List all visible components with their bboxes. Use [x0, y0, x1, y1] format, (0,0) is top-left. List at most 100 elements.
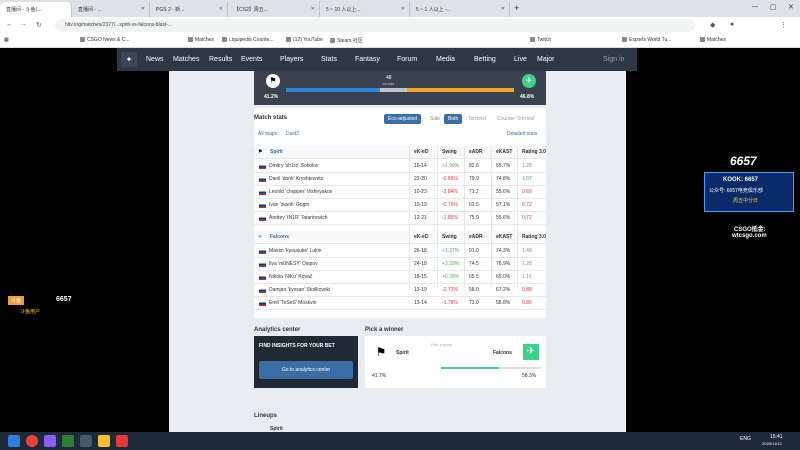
minimize-icon[interactable]: — — [752, 4, 758, 10]
reload-icon[interactable]: ↻ — [36, 21, 42, 29]
team-name[interactable]: Falcons — [270, 234, 289, 240]
maximize-icon[interactable]: ▢ — [770, 3, 777, 11]
bookmark[interactable]: Steam 社区 — [330, 37, 363, 44]
new-tab-icon[interactable]: + — [514, 3, 519, 13]
clock-date[interactable]: 2025/11/12 — [762, 441, 782, 446]
url-input[interactable]: hltv.org/matches/2377/...spirit-vs-falco… — [55, 19, 695, 32]
pick-right-team[interactable]: Falcons — [493, 350, 512, 356]
stat-rating: 1.16 — [522, 274, 532, 280]
player-name[interactable]: Leonid 'chopper' Vishnyakov — [269, 189, 332, 195]
side-ct-button[interactable]: Counter-Terrorist — [497, 116, 535, 122]
hltv-logo-icon[interactable]: ✦ — [121, 52, 137, 67]
detailed-stats-link[interactable]: Detailed stats — [507, 131, 537, 137]
close-icon[interactable]: ✕ — [401, 6, 405, 12]
side-both-button[interactable]: Both — [444, 114, 463, 124]
nav-fantasy[interactable]: Fantasy — [355, 56, 380, 63]
player-name[interactable]: Emil 'TeSeS' Moskvin — [269, 300, 316, 306]
column-header[interactable]: eK-eD — [414, 234, 428, 240]
eco-adjusted-toggle[interactable]: Eco-adjusted — [384, 114, 422, 124]
stat-kast: 65.7% — [496, 163, 511, 169]
apps-icon[interactable]: ▦ — [4, 37, 9, 43]
browser-tab[interactable]: PGS 2 - 新... ✕ — [150, 2, 228, 17]
nav-major[interactable]: Major — [537, 56, 555, 63]
app-icon[interactable] — [62, 435, 74, 447]
profile-icon[interactable]: ● — [730, 21, 734, 28]
player-name[interactable]: Nikola 'NiKo' Kovač — [269, 274, 312, 280]
menu-icon[interactable]: ⋮ — [780, 21, 787, 29]
folder-icon[interactable] — [98, 435, 110, 447]
chrome-icon[interactable] — [26, 435, 38, 447]
stat-rating: 1.28 — [522, 163, 532, 169]
browser-tab[interactable]: 直播间 - 斗鱼(... — [0, 2, 72, 17]
browser-tab[interactable]: 5 ~ 10 人以上... ✕ — [320, 2, 410, 17]
nav-events[interactable]: Events — [241, 56, 262, 63]
nav-news[interactable]: News — [146, 56, 164, 63]
column-header[interactable]: eADR — [469, 234, 483, 240]
app-icon[interactable] — [44, 435, 56, 447]
pick-left-team[interactable]: Spirit — [396, 350, 409, 356]
close-icon[interactable]: ✕ — [141, 6, 145, 12]
flag-icon — [259, 301, 266, 306]
column-header[interactable]: Swing — [442, 149, 457, 155]
bookmark[interactable]: Liquipedia Counte... — [222, 37, 273, 43]
close-icon[interactable]: ✕ — [219, 6, 223, 12]
player-name[interactable]: Danil 'donk' Kryshkovets — [269, 176, 323, 182]
forward-icon[interactable]: → — [20, 21, 27, 28]
nav-forum[interactable]: Forum — [397, 56, 417, 63]
browser-tab[interactable]: 直播间 - ... ✕ — [72, 2, 150, 17]
app-icon[interactable] — [116, 435, 128, 447]
player-row: Ivan 'zweih' Gogin 10-19 -0.76% 61.5 57.1% 0.… — [254, 199, 546, 212]
browser-tab[interactable]: 5 ~ 1 人以上 -... ✕ — [410, 2, 510, 17]
extension-icon[interactable]: ◆ — [710, 21, 715, 29]
column-header[interactable]: eKAST — [496, 149, 512, 155]
tab-dust2[interactable]: Dust2 — [286, 131, 299, 137]
player-name[interactable]: Damjan 'kyxsan' Stoilkovski — [269, 287, 330, 293]
spirit-logo-icon[interactable]: ⚑ — [373, 344, 389, 360]
stat-kast: 58.8% — [496, 300, 511, 306]
column-header[interactable]: eK-eD — [414, 149, 428, 155]
nav-stats[interactable]: Stats — [321, 56, 337, 63]
player-name[interactable]: Maxim 'kyousuke' Lukin — [269, 248, 322, 254]
team-name[interactable]: Spirit — [270, 149, 283, 155]
browser-tab[interactable]: 【CS2】周五... ✕ — [228, 2, 320, 17]
bookmark[interactable]: Twitch — [530, 37, 551, 43]
bookmark[interactable]: (12) YouTube — [286, 37, 323, 43]
stat-kast: 55.6% — [496, 189, 511, 195]
language-indicator[interactable]: ENG — [740, 436, 751, 442]
column-header[interactable]: eKAST — [496, 234, 512, 240]
back-icon[interactable]: ← — [6, 21, 13, 28]
clock-time[interactable]: 15:41 — [770, 434, 783, 440]
nav-results[interactable]: Results — [209, 56, 232, 63]
player-name[interactable]: Ivan 'zweih' Gogin — [269, 202, 309, 208]
windows-start-icon[interactable] — [8, 435, 20, 447]
window-close-icon[interactable]: ✕ — [788, 3, 794, 11]
flag-icon — [259, 164, 266, 169]
nav-players[interactable]: Players — [280, 56, 303, 63]
column-header[interactable]: Swing — [442, 234, 457, 240]
player-name[interactable]: Andrey 'tN1R' Tatarinovich — [269, 215, 328, 221]
stat-rating: 1.40 — [522, 248, 532, 254]
bookmark[interactable]: Matches — [188, 37, 214, 43]
bookmark[interactable]: CSGO News & C... — [80, 37, 130, 43]
nav-live[interactable]: Live — [514, 56, 527, 63]
column-header[interactable]: Rating 3.0 — [522, 149, 546, 155]
sign-in-link[interactable]: Sign in — [603, 56, 624, 63]
player-name[interactable]: Dmitry 'sh1ro' Sokolov — [269, 163, 318, 169]
side-t-button[interactable]: Terrorist — [468, 116, 486, 122]
steam-icon[interactable] — [80, 435, 92, 447]
close-icon[interactable]: ✕ — [501, 6, 505, 12]
nav-media[interactable]: Media — [436, 56, 455, 63]
nav-matches[interactable]: Matches — [173, 56, 199, 63]
analytics-button[interactable]: Go to analytics center — [259, 361, 353, 379]
column-header[interactable]: eADR — [469, 149, 483, 155]
bookmark[interactable]: Matches — [700, 37, 726, 43]
bookmark[interactable]: Esports World Tu... — [622, 37, 671, 43]
close-icon[interactable]: ✕ — [311, 6, 315, 12]
player-row: Nikola 'NiKo' Kovač 18-15 +0.78% 65.5 65.0% 1… — [254, 271, 546, 284]
nav-betting[interactable]: Betting — [474, 56, 496, 63]
column-header[interactable]: Rating 3.0 — [522, 234, 546, 240]
falcons-logo-icon[interactable]: ✈ — [523, 344, 539, 360]
player-name[interactable]: Ilya 'm0NESY' Osipov — [269, 261, 318, 267]
flag-icon — [259, 216, 266, 221]
tab-all-maps[interactable]: All maps — [258, 131, 277, 137]
